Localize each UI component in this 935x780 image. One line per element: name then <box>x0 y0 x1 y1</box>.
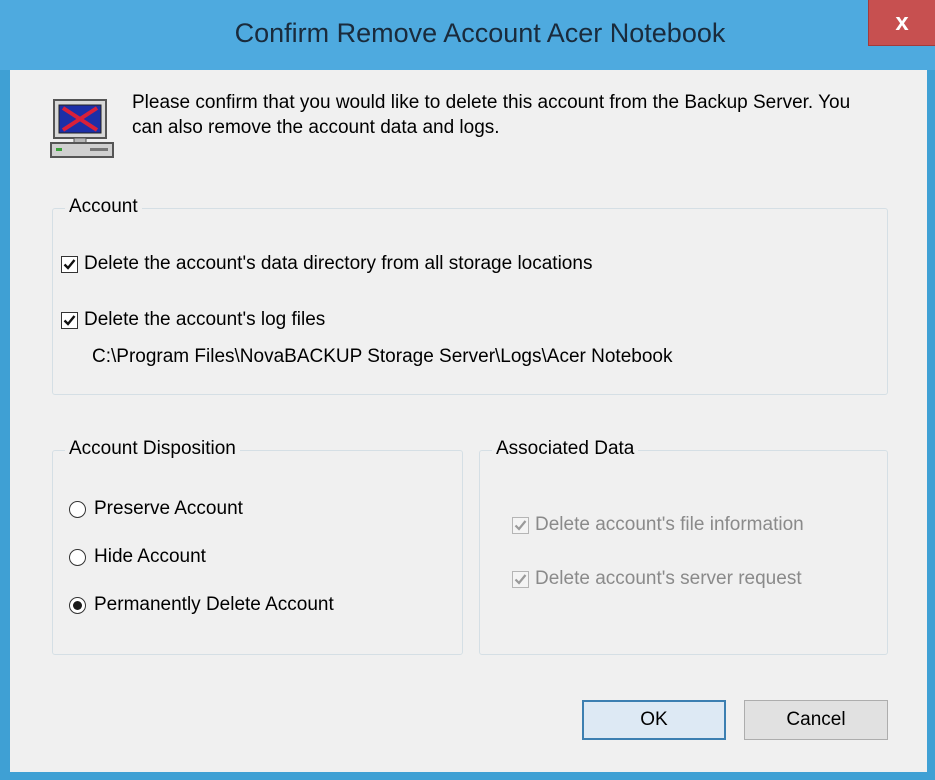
hide-account-option[interactable]: Hide Account <box>69 546 206 568</box>
intro-message: Please confirm that you would like to de… <box>132 92 851 138</box>
account-disposition-title: Account Disposition <box>65 438 240 460</box>
checkmark-icon <box>514 519 527 531</box>
preserve-account-label: Preserve Account <box>94 498 243 519</box>
title-bar[interactable]: Confirm Remove Account Acer Notebook x <box>0 0 935 70</box>
dialog-client-area: Please confirm that you would like to de… <box>10 70 927 772</box>
associated-data-title: Associated Data <box>492 438 639 460</box>
hide-account-radio[interactable] <box>69 548 86 566</box>
delete-file-information-option: Delete account's file information <box>512 514 804 536</box>
preserve-account-option[interactable]: Preserve Account <box>69 498 243 520</box>
associated-data-group: Associated Data Delete account's file in… <box>479 438 888 655</box>
log-path-text: C:\Program Files\NovaBACKUP Storage Serv… <box>92 346 673 367</box>
checkmark-icon <box>63 314 76 326</box>
delete-log-files-option[interactable]: Delete the account's log files <box>61 309 325 331</box>
permanently-delete-account-label: Permanently Delete Account <box>94 594 334 615</box>
delete-log-files-label: Delete the account's log files <box>84 309 326 330</box>
cancel-button[interactable]: Cancel <box>744 700 888 740</box>
hide-account-label: Hide Account <box>94 546 206 567</box>
radio-selected-dot <box>73 600 82 610</box>
checkmark-icon <box>514 573 527 585</box>
delete-file-information-label: Delete account's file information <box>535 514 804 535</box>
account-group: Account Delete the account's data direct… <box>52 196 888 395</box>
permanently-delete-account-radio[interactable] <box>69 596 86 614</box>
ok-button[interactable]: OK <box>582 700 726 740</box>
account-disposition-group: Account Disposition Preserve Account Hid… <box>52 438 463 655</box>
delete-data-directory-label: Delete the account's data directory from… <box>84 253 593 274</box>
permanently-delete-account-option[interactable]: Permanently Delete Account <box>69 594 334 616</box>
delete-data-directory-option[interactable]: Delete the account's data directory from… <box>61 253 592 275</box>
account-group-title: Account <box>65 196 142 218</box>
delete-log-files-checkbox[interactable] <box>61 311 78 329</box>
window-title: Confirm Remove Account Acer Notebook <box>234 18 726 48</box>
window-frame: Confirm Remove Account Acer Notebook x P… <box>0 0 935 780</box>
checkmark-icon <box>63 258 76 270</box>
delete-server-request-label: Delete account's server request <box>535 568 802 589</box>
close-button[interactable]: x <box>868 0 935 46</box>
preserve-account-radio[interactable] <box>69 500 86 518</box>
delete-server-request-checkbox <box>512 570 529 588</box>
delete-file-information-checkbox <box>512 516 529 534</box>
delete-data-directory-checkbox[interactable] <box>61 255 78 273</box>
delete-server-request-option: Delete account's server request <box>512 568 802 590</box>
computer-icon <box>50 98 116 160</box>
